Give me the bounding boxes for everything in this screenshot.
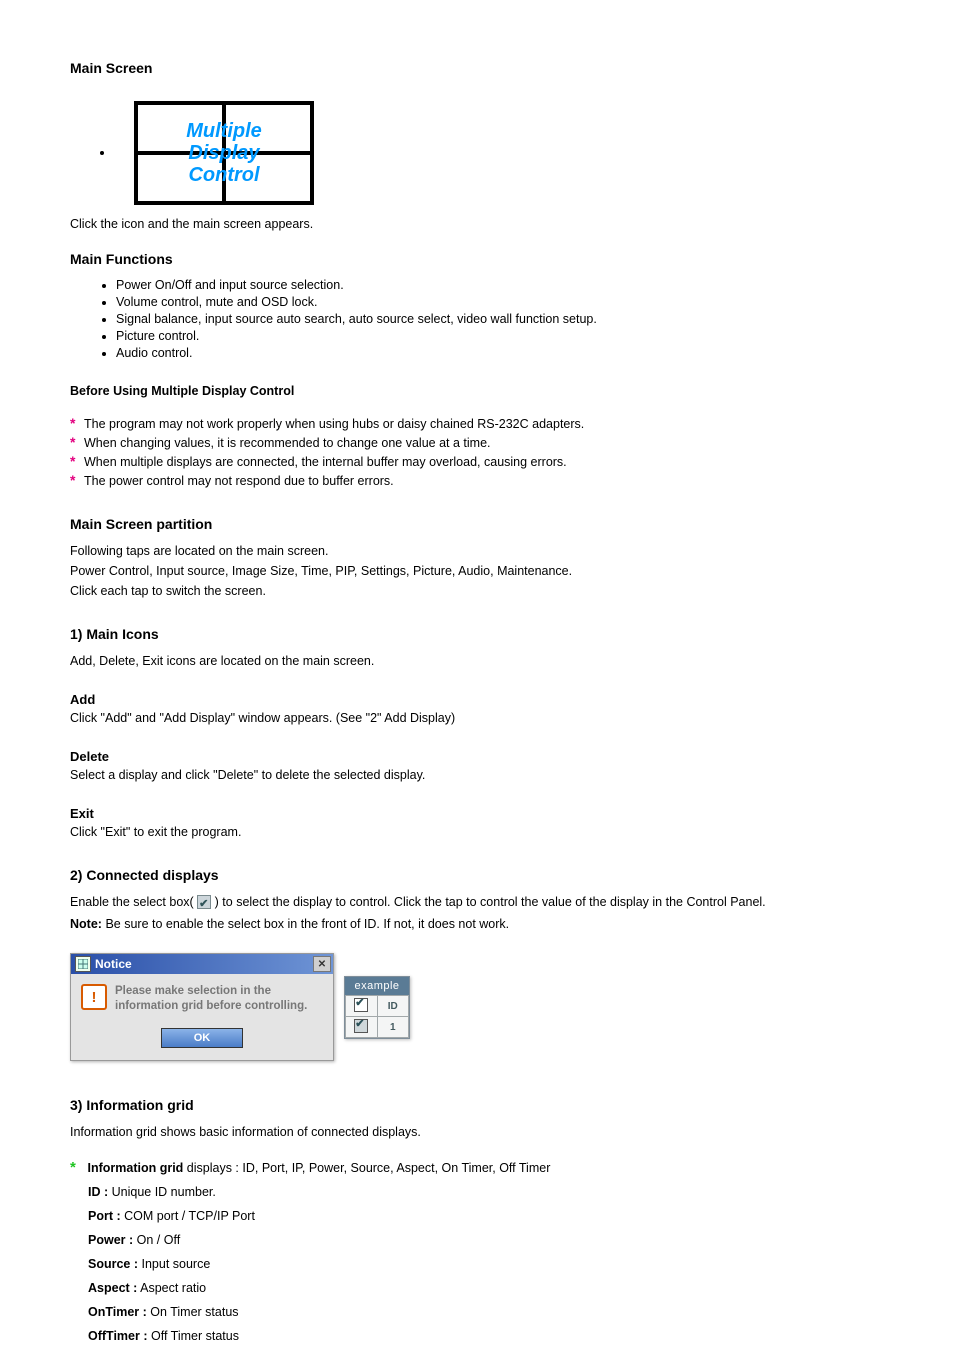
- delete-label: Delete: [70, 749, 109, 764]
- caution-item: *The program may not work properly when …: [70, 414, 884, 433]
- notice-dialog: Notice ✕ ! Please make selection in the …: [70, 953, 334, 1061]
- table-row: ✔ 1: [346, 1017, 409, 1038]
- caution-text: The program may not work properly when u…: [84, 417, 584, 431]
- exit-row: Exit: [70, 806, 884, 821]
- connected-note: Note: Be sure to enable the select box i…: [70, 915, 884, 933]
- sub-aspect: Aspect : Aspect ratio: [70, 1279, 884, 1297]
- row-checkbox-cell: ✔: [346, 1017, 378, 1038]
- sub-offtimer: OffTimer : Off Timer status: [70, 1327, 884, 1345]
- star-icon: *: [70, 414, 84, 432]
- list-item: Power On/Off and input source selection.: [116, 277, 884, 294]
- sub-text: COM port / TCP/IP Port: [124, 1209, 255, 1223]
- list-item: Audio control.: [116, 345, 884, 362]
- star-icon: *: [70, 452, 84, 470]
- sub-label: Source :: [88, 1257, 138, 1271]
- sub-port: Port : COM port / TCP/IP Port: [70, 1207, 884, 1225]
- sub-text: Unique ID number.: [112, 1185, 216, 1199]
- cautions-intro: Before Using Multiple Display Control: [70, 382, 884, 400]
- sub-text: On / Off: [137, 1233, 181, 1247]
- exit-label: Exit: [70, 806, 94, 821]
- sub-label: ID :: [88, 1185, 108, 1199]
- caution-item: *The power control may not respond due t…: [70, 471, 884, 490]
- add-label: Add: [70, 692, 95, 707]
- sub-text: On Timer status: [150, 1305, 238, 1319]
- note-label: Note:: [70, 917, 102, 931]
- star-icon: *: [70, 471, 84, 489]
- sub-label: Aspect :: [88, 1281, 137, 1295]
- caution-item: *When changing values, it is recommended…: [70, 433, 884, 452]
- sub-ontimer: OnTimer : On Timer status: [70, 1303, 884, 1321]
- sub-label: OnTimer :: [88, 1305, 147, 1319]
- sub-text: Off Timer status: [151, 1329, 239, 1343]
- checkbox-icon: ✔: [354, 998, 368, 1012]
- logo-line3: Control: [186, 164, 262, 186]
- main-icons-desc: Add, Delete, Exit icons are located on t…: [70, 652, 884, 670]
- connected-p-pre: Enable the select box(: [70, 895, 197, 909]
- sub-id: ID : Unique ID number.: [70, 1183, 884, 1201]
- delete-row: Delete: [70, 749, 884, 764]
- sub-text: Input source: [142, 1257, 211, 1271]
- info-grid-item: * Information grid displays : ID, Port, …: [70, 1159, 884, 1177]
- caution-text: The power control may not respond due to…: [84, 474, 394, 488]
- info-grid-desc: Information grid shows basic information…: [70, 1123, 884, 1141]
- checkbox-icon: ✔: [354, 1019, 368, 1033]
- logo-text: Multiple Display Control: [186, 120, 262, 186]
- cautions-list: *The program may not work properly when …: [70, 414, 884, 490]
- connected-p-post: ) to select the display to control. Clic…: [215, 895, 766, 909]
- ok-button[interactable]: OK: [161, 1028, 243, 1048]
- intro-text: Click the icon and the main screen appea…: [70, 215, 884, 233]
- example-header: example: [345, 977, 409, 995]
- caution-text: When changing values, it is recommended …: [84, 436, 491, 450]
- example-checkbox-icon: ✔: [197, 895, 211, 909]
- example-table: ✔ ID ✔ 1: [345, 995, 409, 1038]
- close-icon[interactable]: ✕: [313, 956, 331, 972]
- partition-p1: Following taps are located on the main s…: [70, 542, 884, 560]
- sub-power: Power : On / Off: [70, 1231, 884, 1249]
- connected-paragraph: Enable the select box( ✔ ) to select the…: [70, 893, 884, 911]
- mdc-logo: Multiple Display Control: [134, 101, 314, 205]
- functions-list: Power On/Off and input source selection.…: [70, 277, 884, 362]
- logo-line1: Multiple: [186, 120, 262, 142]
- exit-desc: Click "Exit" to exit the program.: [70, 823, 884, 841]
- row-id-cell: 1: [377, 1017, 409, 1038]
- bullet-icon: [100, 151, 104, 155]
- sub-label: Power :: [88, 1233, 133, 1247]
- table-row: ✔ ID: [346, 996, 409, 1017]
- info-grid-title: 3) Information grid: [70, 1097, 884, 1113]
- partition-title: Main Screen partition: [70, 516, 884, 532]
- info-grid-item-text2: displays : ID, Port, IP, Power, Source, …: [187, 1161, 551, 1175]
- list-item: Volume control, mute and OSD lock.: [116, 294, 884, 311]
- partition-p3: Click each tap to switch the screen.: [70, 582, 884, 600]
- sub-source: Source : Input source: [70, 1255, 884, 1273]
- sub-label: Port :: [88, 1209, 121, 1223]
- star-icon: *: [70, 433, 84, 451]
- notice-titlebar: Notice ✕: [71, 954, 333, 974]
- header-checkbox-cell: ✔: [346, 996, 378, 1017]
- warning-icon: !: [81, 984, 107, 1010]
- sub-text: Aspect ratio: [140, 1281, 206, 1295]
- list-item: Picture control.: [116, 328, 884, 345]
- note-body: Be sure to enable the select box in the …: [105, 917, 509, 931]
- add-desc: Click "Add" and "Add Display" window app…: [70, 709, 884, 727]
- notice-message: Please make selection in the information…: [115, 984, 323, 1014]
- connected-title: 2) Connected displays: [70, 867, 884, 883]
- star-green-icon: *: [70, 1159, 84, 1177]
- partition-p2: Power Control, Input source, Image Size,…: [70, 562, 884, 580]
- page-title: Main Screen: [70, 60, 884, 76]
- header-id-cell: ID: [377, 996, 409, 1017]
- app-small-icon: [75, 956, 91, 972]
- logo-line2: Display: [188, 142, 259, 164]
- main-icons-title: 1) Main Icons: [70, 626, 884, 642]
- caution-text: When multiple displays are connected, th…: [84, 455, 567, 469]
- add-row: Add: [70, 692, 884, 707]
- delete-desc: Select a display and click "Delete" to d…: [70, 766, 884, 784]
- notice-title: Notice: [95, 957, 132, 971]
- info-grid-item-label: Information grid: [87, 1161, 183, 1175]
- example-panel: example ✔ ID ✔ 1: [344, 976, 410, 1039]
- main-functions-heading: Main Functions: [70, 251, 884, 267]
- list-item: Signal balance, input source auto search…: [116, 311, 884, 328]
- caution-item: *When multiple displays are connected, t…: [70, 452, 884, 471]
- sub-label: OffTimer :: [88, 1329, 148, 1343]
